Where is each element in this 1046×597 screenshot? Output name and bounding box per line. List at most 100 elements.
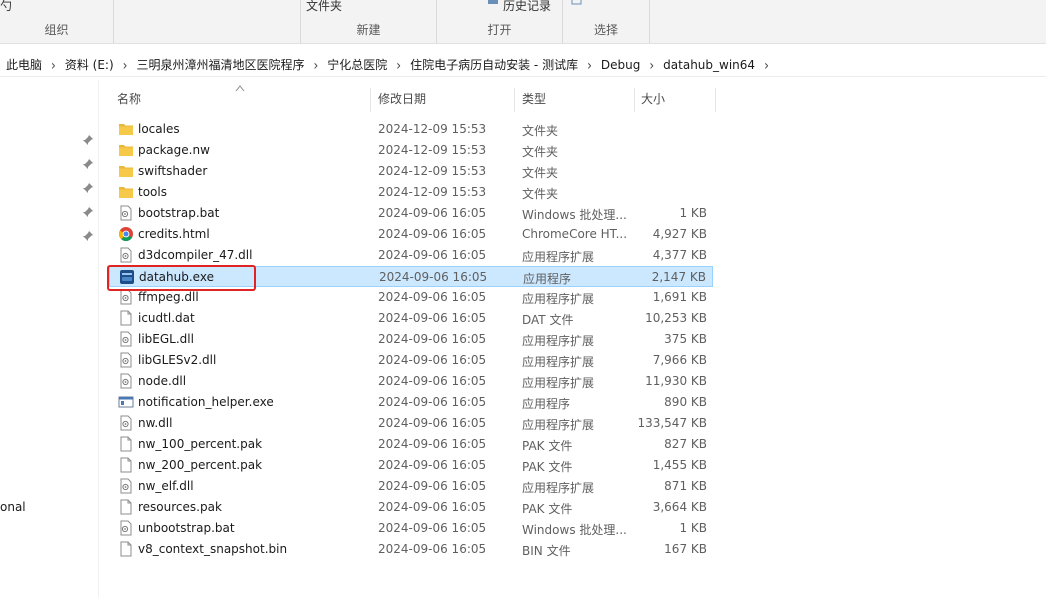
- file-size: 2,147 KB: [651, 270, 706, 284]
- chevron-right-icon[interactable]: ›: [396, 56, 401, 73]
- ribbon: 勺 组织 文件夹 新建 历史记录 打开 选择: [0, 0, 1046, 44]
- batch-file-icon: [118, 520, 134, 536]
- column-header-name[interactable]: 名称: [117, 90, 141, 112]
- dll-icon: [118, 415, 134, 431]
- dll-icon: [118, 289, 134, 305]
- file-name: node.dll: [138, 374, 187, 388]
- file-row[interactable]: notification_helper.exe 2024-09-06 16:05 应…: [109, 392, 713, 413]
- file-type: Windows 批处理...: [522, 208, 627, 222]
- file-list: locales 2024-12-09 15:53 文件夹 package.nw 2024…: [109, 119, 713, 560]
- file-row[interactable]: tools 2024-12-09 15:53 文件夹: [109, 182, 713, 203]
- file-date: 2024-09-06 16:05: [378, 290, 487, 304]
- file-name: swiftshader: [138, 164, 208, 178]
- dll-icon: [118, 247, 134, 263]
- breadcrumb-item[interactable]: Debug: [601, 58, 640, 72]
- folder-icon: [118, 142, 134, 158]
- file-row[interactable]: node.dll 2024-09-06 16:05 应用程序扩展 11,930 KB: [109, 371, 713, 392]
- file-date: 2024-09-06 16:05: [378, 332, 487, 346]
- file-name: nw_100_percent.pak: [138, 437, 263, 451]
- chevron-right-icon[interactable]: ›: [649, 56, 654, 73]
- ribbon-group-label: 打开: [487, 23, 512, 37]
- file-row[interactable]: nw_200_percent.pak 2024-09-06 16:05 PAK 文件…: [109, 455, 713, 476]
- column-header-date[interactable]: 修改日期: [378, 90, 426, 112]
- file-row[interactable]: v8_context_snapshot.bin 2024-09-06 16:05 B…: [109, 539, 713, 560]
- file-size: 1,691 KB: [652, 290, 707, 304]
- file-row[interactable]: credits.html 2024-09-06 16:05 ChromeCore H…: [109, 224, 713, 245]
- file-type: 应用程序扩展: [522, 355, 595, 369]
- pin-icon[interactable]: [82, 134, 94, 146]
- ribbon-partial-glyph: 勺: [0, 0, 13, 13]
- file-row[interactable]: libGLESv2.dll 2024-09-06 16:05 应用程序扩展 7,966…: [109, 350, 713, 371]
- file-row[interactable]: nw.dll 2024-09-06 16:05 应用程序扩展 133,547 KB: [109, 413, 713, 434]
- file-type: 文件夹: [522, 124, 559, 138]
- file-size: 4,377 KB: [652, 248, 707, 262]
- file-date: 2024-09-06 16:05: [378, 353, 487, 367]
- file-row[interactable]: package.nw 2024-12-09 15:53 文件夹: [109, 140, 713, 161]
- file-name: package.nw: [138, 143, 210, 157]
- chevron-right-icon[interactable]: ›: [313, 56, 318, 73]
- file-size: 167 KB: [664, 542, 707, 556]
- file-row[interactable]: nw_100_percent.pak 2024-09-06 16:05 PAK 文件…: [109, 434, 713, 455]
- file-date: 2024-12-09 15:53: [378, 143, 487, 157]
- file-size: 1 KB: [679, 206, 707, 220]
- breadcrumb-item[interactable]: 三明泉州漳州福清地区医院程序: [136, 56, 304, 73]
- chevron-right-icon[interactable]: ›: [123, 56, 128, 73]
- file-row[interactable]: locales 2024-12-09 15:53 文件夹: [109, 119, 713, 140]
- column-header-size[interactable]: 大小: [641, 90, 665, 112]
- file-name: tools: [138, 185, 167, 199]
- chevron-right-icon[interactable]: ›: [764, 56, 769, 73]
- breadcrumb-item[interactable]: 此电脑: [6, 56, 42, 73]
- file-type: BIN 文件: [522, 544, 571, 558]
- file-size: 1,455 KB: [652, 458, 707, 472]
- blank-file-icon: [118, 310, 134, 326]
- blank-file-icon: [118, 457, 134, 473]
- breadcrumb-item[interactable]: 住院电子病历自动安装 - 测试库: [410, 56, 578, 73]
- pin-icon[interactable]: [82, 182, 94, 194]
- file-row[interactable]: swiftshader 2024-12-09 15:53 文件夹: [109, 161, 713, 182]
- pin-icon[interactable]: [82, 230, 94, 242]
- file-row[interactable]: nw_elf.dll 2024-09-06 16:05 应用程序扩展 871 KB: [109, 476, 713, 497]
- file-row[interactable]: unbootstrap.bat 2024-09-06 16:05 Windows 批…: [109, 518, 713, 539]
- file-size: 890 KB: [664, 395, 707, 409]
- file-date: 2024-09-06 16:05: [378, 542, 487, 556]
- file-row[interactable]: bootstrap.bat 2024-09-06 16:05 Windows 批处理…: [109, 203, 713, 224]
- file-date: 2024-09-06 16:05: [378, 500, 487, 514]
- column-divider[interactable]: [715, 88, 716, 112]
- file-name: nw_200_percent.pak: [138, 458, 263, 472]
- history-icon: [488, 0, 498, 4]
- file-size: 4,927 KB: [652, 227, 707, 241]
- column-divider[interactable]: [370, 88, 371, 112]
- file-size: 375 KB: [664, 332, 707, 346]
- column-divider[interactable]: [514, 88, 515, 112]
- file-row[interactable]: d3dcompiler_47.dll 2024-09-06 16:05 应用程序扩展…: [109, 245, 713, 266]
- file-name: d3dcompiler_47.dll: [138, 248, 253, 262]
- ribbon-spacer: [114, 0, 301, 43]
- pin-icon[interactable]: [82, 206, 94, 218]
- chevron-right-icon[interactable]: ›: [51, 56, 56, 73]
- nav-item-partial[interactable]: onal: [0, 500, 26, 514]
- history-button[interactable]: 历史记录: [503, 0, 551, 14]
- breadcrumb-item[interactable]: 宁化总医院: [327, 56, 387, 73]
- file-row[interactable]: resources.pak 2024-09-06 16:05 PAK 文件 3,664…: [109, 497, 713, 518]
- chevron-right-icon[interactable]: ›: [587, 56, 592, 73]
- column-divider[interactable]: [634, 88, 635, 112]
- address-bar[interactable]: 此电脑 › 资料 (E:) › 三明泉州漳州福清地区医院程序 › 宁化总医院 › 住院电子病历自…: [0, 50, 1046, 77]
- breadcrumb-item[interactable]: datahub_win64: [663, 58, 755, 72]
- file-row[interactable]: libEGL.dll 2024-09-06 16:05 应用程序扩展 375 KB: [109, 329, 713, 350]
- file-size: 1 KB: [679, 521, 707, 535]
- dll-icon: [118, 352, 134, 368]
- file-date: 2024-09-06 16:05: [379, 270, 488, 284]
- file-date: 2024-12-09 15:53: [378, 185, 487, 199]
- file-type: ChromeCore HT...: [522, 227, 628, 241]
- file-name: bootstrap.bat: [138, 206, 220, 220]
- file-row[interactable]: icudtl.dat 2024-09-06 16:05 DAT 文件 10,253 K…: [109, 308, 713, 329]
- file-date: 2024-12-09 15:53: [378, 164, 487, 178]
- file-type: 应用程序: [523, 272, 572, 286]
- column-header-type[interactable]: 类型: [522, 90, 546, 112]
- new-folder-button[interactable]: 文件夹: [306, 0, 342, 14]
- breadcrumb-item[interactable]: 资料 (E:): [65, 56, 114, 73]
- folder-icon: [118, 163, 134, 179]
- pin-icon[interactable]: [82, 158, 94, 170]
- file-date: 2024-09-06 16:05: [378, 395, 487, 409]
- batch-file-icon: [118, 205, 134, 221]
